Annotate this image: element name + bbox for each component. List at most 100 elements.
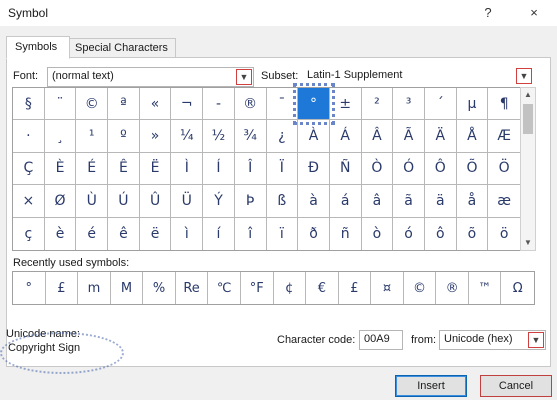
symbol-cell[interactable]: Û (139, 185, 172, 218)
symbol-cell[interactable]: Ã (393, 120, 425, 153)
recent-symbol-cell[interactable]: Ω (501, 272, 534, 304)
symbol-cell[interactable]: ¾ (234, 120, 267, 153)
symbol-cell[interactable]: ¸ (44, 120, 77, 153)
recent-symbol-cell[interactable]: € (306, 272, 339, 304)
symbol-cell[interactable]: ì (171, 217, 204, 250)
symbol-cell[interactable]: Ó (393, 152, 425, 186)
chevron-down-icon[interactable]: ▼ (236, 69, 252, 85)
symbol-cell[interactable]: Ñ (329, 152, 362, 186)
symbol-cell[interactable]: È (44, 152, 77, 186)
font-combobox[interactable]: (normal text) ▼ (47, 67, 254, 87)
symbol-cell[interactable]: × (13, 185, 45, 218)
symbol-cell[interactable]: Ö (488, 153, 520, 186)
tab-special-characters[interactable]: Special Characters (66, 38, 176, 58)
recent-symbol-cell[interactable]: ℃ (208, 272, 241, 304)
recent-symbol-cell[interactable]: m (78, 272, 111, 304)
tab-symbols[interactable]: Symbols (6, 36, 70, 59)
symbol-cell[interactable]: ® (234, 88, 267, 121)
recent-symbol-cell[interactable]: ° (13, 272, 46, 304)
symbol-cell[interactable]: ô (425, 217, 457, 250)
symbol-cell[interactable]: Ò (361, 152, 394, 186)
cancel-button[interactable]: Cancel (480, 375, 552, 397)
symbol-cell[interactable]: ñ (330, 217, 362, 250)
symbol-cell[interactable]: Ì (171, 152, 204, 186)
symbol-cell[interactable]: Ø (44, 185, 77, 218)
symbol-cell[interactable]: - (203, 88, 235, 121)
from-combobox[interactable]: Unicode (hex) ▼ (439, 330, 546, 350)
symbol-cell[interactable]: µ (456, 88, 489, 121)
symbol-cell[interactable]: á (329, 185, 362, 218)
symbol-cell[interactable]: ï (267, 217, 299, 250)
recent-symbol-cell[interactable]: °F (241, 272, 274, 304)
symbol-cell[interactable]: » (139, 120, 172, 153)
symbol-cell[interactable]: ¯ (266, 88, 299, 121)
recent-symbol-cell[interactable]: © (404, 272, 437, 304)
symbol-cell[interactable]: Â (361, 120, 394, 153)
symbol-cell[interactable]: Ï (266, 152, 299, 186)
symbol-cell[interactable]: Ë (139, 152, 172, 186)
symbol-cell[interactable]: ß (266, 185, 299, 218)
symbol-cell[interactable]: Æ (488, 120, 520, 153)
symbol-cell[interactable]: ¬ (171, 88, 204, 121)
symbol-cell[interactable]: ° (293, 82, 335, 126)
symbol-cell[interactable]: ç (13, 217, 45, 250)
symbol-cell[interactable]: î (235, 217, 267, 250)
recent-symbol-cell[interactable]: ™ (469, 272, 502, 304)
symbol-cell[interactable]: ´ (424, 88, 457, 121)
symbol-cell[interactable]: º (108, 120, 140, 153)
help-button[interactable]: ? (478, 4, 498, 22)
subset-combobox[interactable]: Latin-1 Supplement ▼ (303, 67, 533, 85)
scroll-thumb[interactable] (523, 104, 533, 134)
symbol-cell[interactable]: Ç (13, 152, 45, 186)
symbol-cell[interactable]: ½ (203, 120, 235, 153)
symbol-cell[interactable]: ò (362, 217, 394, 250)
recent-symbol-cell[interactable]: £ (339, 272, 372, 304)
symbol-cell[interactable]: ¿ (266, 120, 299, 153)
recent-symbol-cell[interactable]: ¢ (274, 272, 307, 304)
close-button[interactable]: × (524, 4, 544, 22)
insert-button[interactable]: Insert (395, 375, 467, 397)
symbol-cell[interactable]: Á (329, 120, 362, 153)
recent-symbol-cell[interactable]: ® (436, 272, 469, 304)
symbol-cell[interactable]: Ü (171, 185, 204, 218)
symbol-cell[interactable]: Í (203, 152, 235, 186)
symbol-cell[interactable]: Ð (298, 152, 330, 186)
symbol-cell[interactable]: ó (393, 217, 425, 250)
symbol-cell[interactable]: Ý (203, 185, 235, 218)
symbol-cell[interactable]: Î (234, 152, 267, 186)
symbol-cell[interactable]: ã (393, 185, 425, 218)
symbol-cell[interactable]: ¼ (171, 120, 204, 153)
symbol-cell[interactable]: é (76, 217, 109, 250)
symbol-cell[interactable]: â (361, 185, 394, 218)
symbol-cell[interactable]: Ê (108, 152, 140, 186)
symbol-cell[interactable]: Å (456, 120, 489, 153)
symbol-cell[interactable]: å (456, 185, 489, 218)
symbol-cell[interactable]: À (298, 120, 330, 153)
symbol-cell[interactable]: § (13, 88, 45, 121)
symbol-cell[interactable]: Ú (108, 185, 140, 218)
character-code-input[interactable]: 00A9 (359, 330, 403, 350)
symbol-cell[interactable]: à (298, 185, 330, 218)
chevron-down-icon[interactable]: ▼ (528, 332, 544, 348)
chevron-down-icon[interactable]: ▼ (516, 68, 532, 84)
symbol-cell[interactable]: í (203, 217, 235, 250)
symbol-cell[interactable]: ð (298, 217, 330, 250)
symbol-cell[interactable]: « (139, 88, 172, 121)
symbol-cell[interactable]: ê (108, 217, 140, 250)
symbol-cell[interactable]: ª (108, 88, 140, 121)
symbol-cell[interactable]: Ù (76, 185, 109, 218)
symbol-cell[interactable]: Ä (424, 120, 457, 153)
symbol-cell[interactable]: õ (457, 217, 489, 250)
recent-symbol-cell[interactable]: Re (176, 272, 209, 304)
symbol-cell[interactable]: ³ (393, 88, 425, 121)
symbol-cell[interactable]: ¹ (76, 120, 109, 153)
symbol-cell[interactable]: æ (488, 185, 520, 218)
symbol-cell[interactable]: ± (329, 88, 362, 121)
symbol-cell[interactable]: Õ (456, 152, 489, 186)
symbol-cell[interactable]: Þ (234, 185, 267, 218)
symbol-cell[interactable]: ö (488, 218, 520, 250)
symbol-cell[interactable]: · (13, 120, 45, 153)
symbol-cell[interactable]: Ô (424, 152, 457, 186)
recent-symbol-cell[interactable]: ¤ (371, 272, 404, 304)
symbol-cell[interactable]: ä (424, 185, 457, 218)
